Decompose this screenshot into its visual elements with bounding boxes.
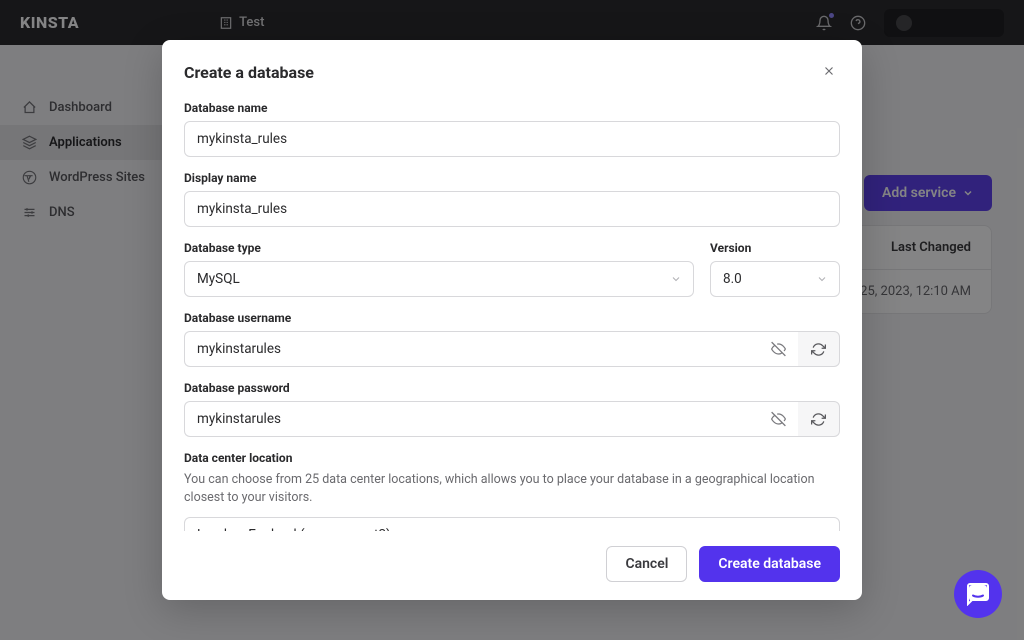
create-database-button[interactable]: Create database <box>699 546 840 582</box>
label-db-pass: Database password <box>184 381 840 395</box>
eye-off-icon[interactable] <box>771 342 786 357</box>
database-name-input[interactable] <box>184 121 840 157</box>
regenerate-username-button[interactable] <box>798 331 840 367</box>
refresh-icon <box>811 412 826 427</box>
modal-title: Create a database <box>184 63 314 82</box>
create-database-modal: Create a database Database name Display … <box>162 40 862 600</box>
intercom-launcher[interactable] <box>954 570 1002 618</box>
label-display-name: Display name <box>184 171 840 185</box>
version-select[interactable] <box>710 261 840 297</box>
cancel-button[interactable]: Cancel <box>606 546 687 582</box>
database-password-input[interactable] <box>184 401 798 437</box>
database-username-input[interactable] <box>184 331 798 367</box>
data-center-select[interactable] <box>184 517 840 531</box>
label-db-type: Database type <box>184 241 694 255</box>
eye-off-icon[interactable] <box>771 412 786 427</box>
regenerate-password-button[interactable] <box>798 401 840 437</box>
database-type-select[interactable] <box>184 261 694 297</box>
modal-overlay: Create a database Database name Display … <box>0 0 1024 640</box>
label-db-user: Database username <box>184 311 840 325</box>
close-icon <box>822 64 836 78</box>
close-button[interactable] <box>818 58 840 87</box>
display-name-input[interactable] <box>184 191 840 227</box>
chat-icon <box>966 582 990 606</box>
refresh-icon <box>811 342 826 357</box>
label-db-name: Database name <box>184 101 840 115</box>
label-dc-loc: Data center location <box>184 451 840 465</box>
label-version: Version <box>710 241 840 255</box>
dc-loc-description: You can choose from 25 data center locat… <box>184 471 840 507</box>
